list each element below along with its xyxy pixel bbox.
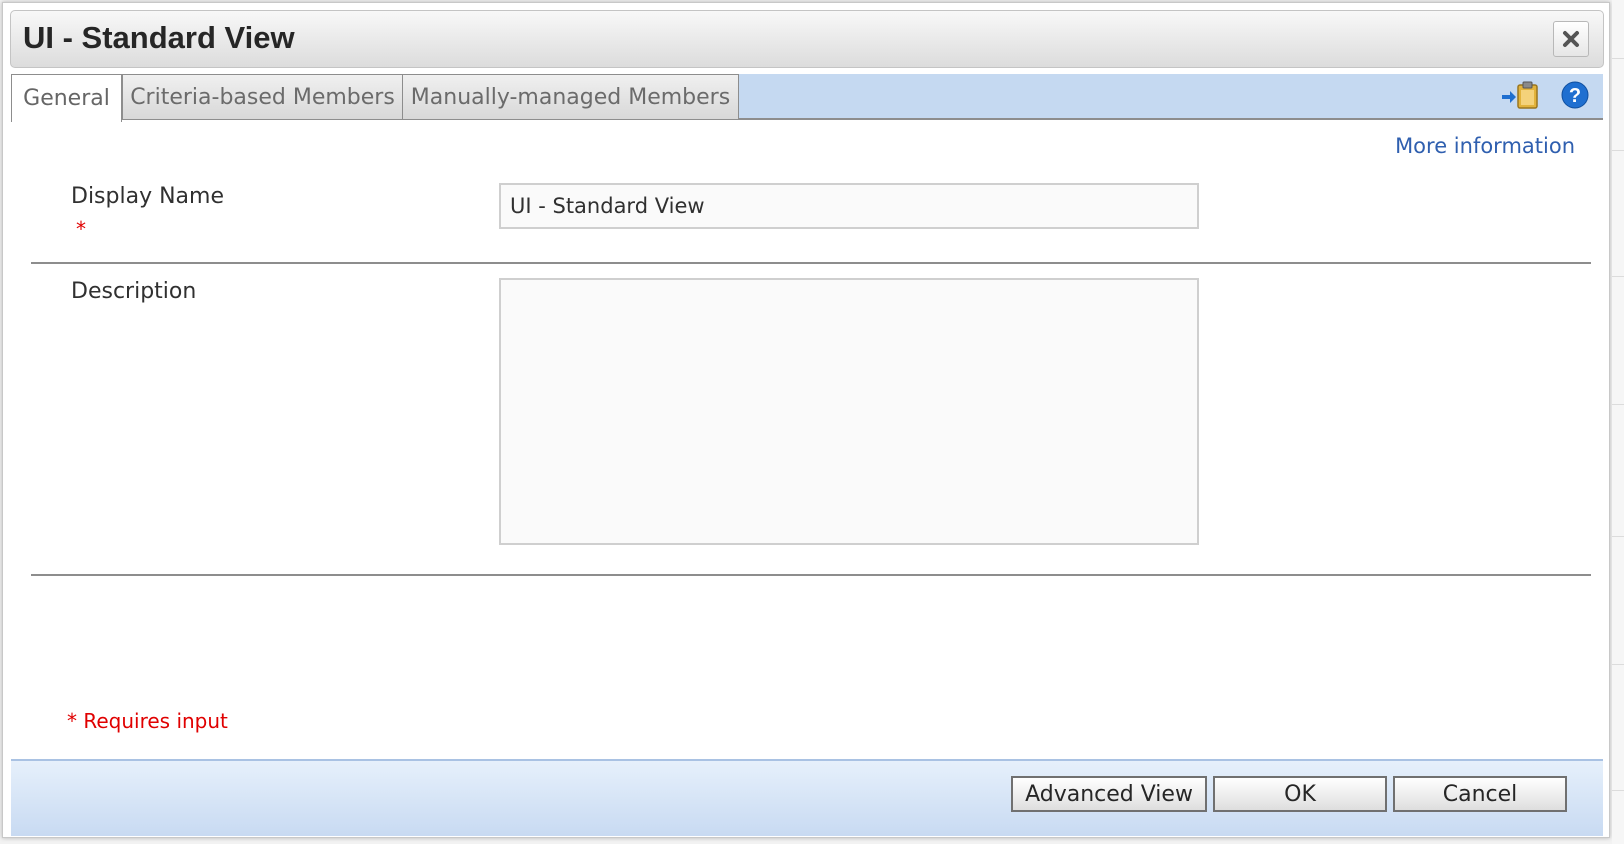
svg-text:?: ? [1569,85,1581,107]
divider [31,262,1591,264]
tab-criteria-based-members[interactable]: Criteria-based Members [122,74,403,120]
help-icon: ? [1561,81,1589,109]
tab-toolbar: ? [1501,80,1589,110]
tab-manually-managed-members[interactable]: Manually-managed Members [402,74,739,120]
description-label: Description [71,279,197,304]
display-name-input[interactable] [499,183,1199,229]
display-name-label: Display Name [71,184,224,209]
dialog-window: UI - Standard View General Criteria-base… [2,2,1610,838]
dialog-footer: Advanced View OK Cancel [11,759,1603,836]
required-marker: * [76,217,86,241]
tab-strip: General Criteria-based Members Manually-… [11,74,1603,122]
paste-icon [1502,81,1538,109]
background-page-edge [1612,0,1624,844]
tab-general[interactable]: General [11,74,122,122]
description-textarea[interactable] [499,278,1199,545]
close-icon [1563,31,1579,47]
requires-input-note: * Requires input [67,709,228,733]
close-button[interactable] [1553,21,1589,57]
advanced-view-button[interactable]: Advanced View [1011,776,1207,812]
dialog-title: UI - Standard View [23,20,295,55]
divider [31,574,1591,576]
paste-button[interactable] [1501,80,1539,110]
ok-button[interactable]: OK [1213,776,1387,812]
help-button[interactable]: ? [1561,81,1589,109]
more-information-link[interactable]: More information [1395,134,1575,158]
dialog-titlebar: UI - Standard View [10,10,1604,68]
cancel-button[interactable]: Cancel [1393,776,1567,812]
